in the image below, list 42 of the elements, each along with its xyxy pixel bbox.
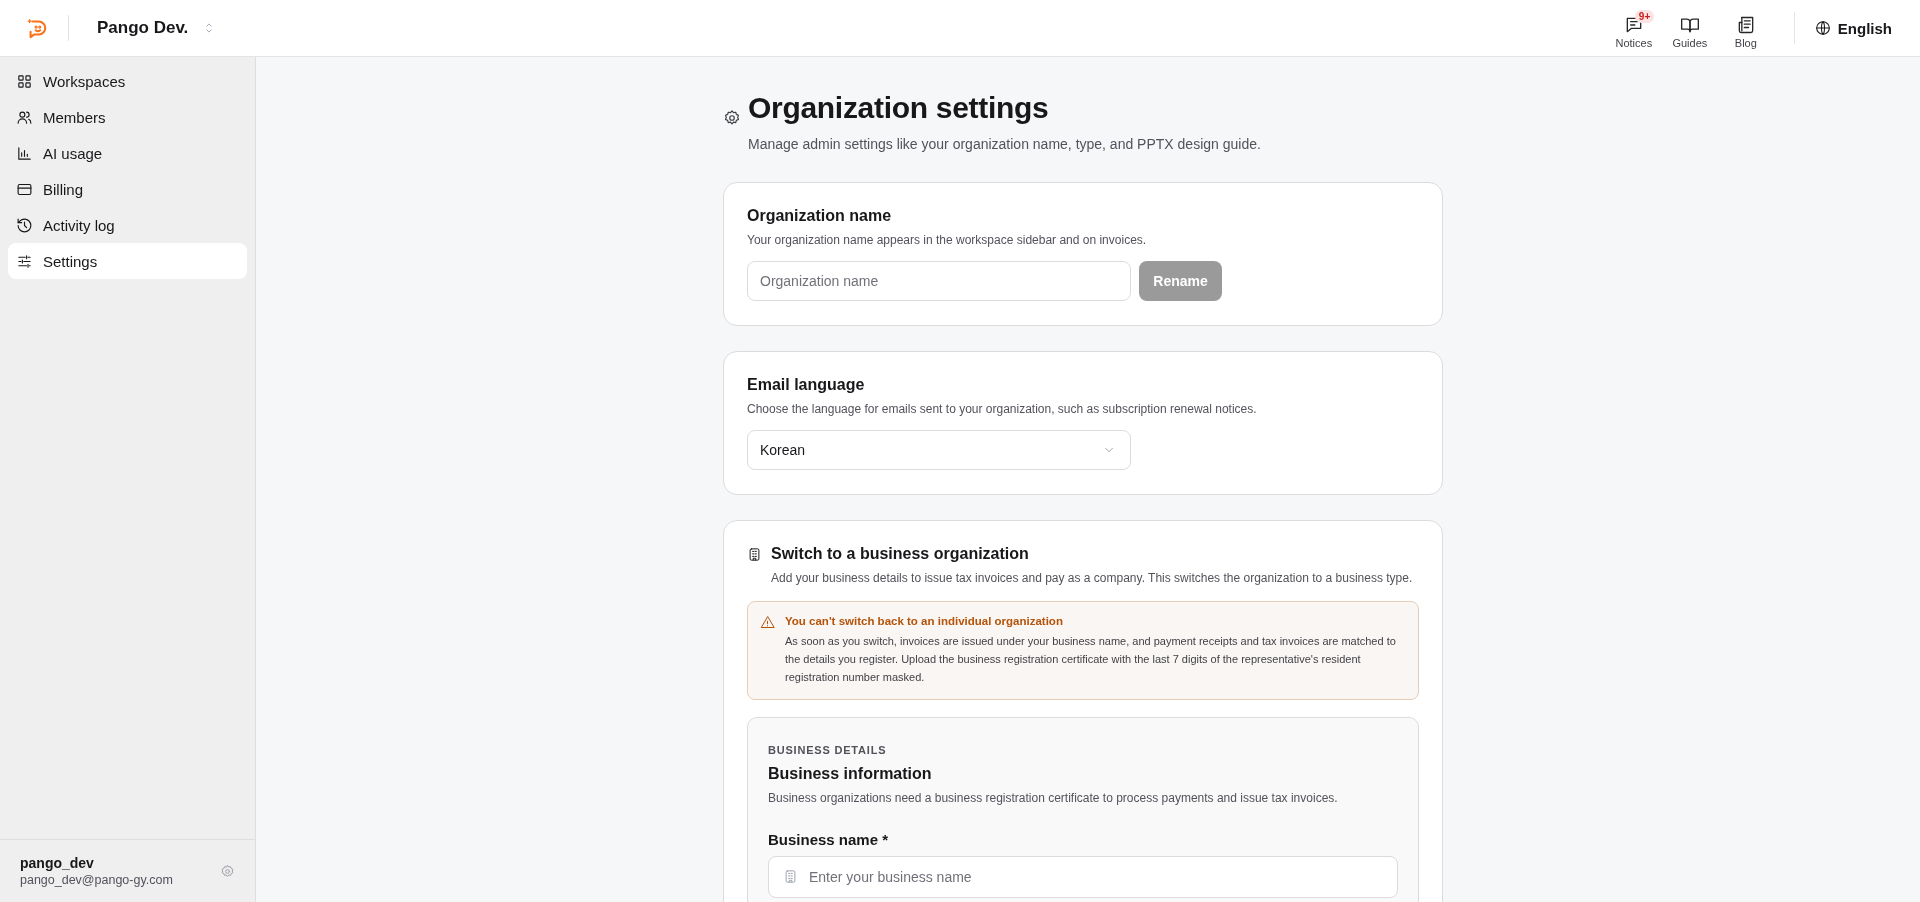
user-name: pango_dev (20, 855, 95, 871)
section-description: Business organizations need a business registration certificate to process payments and issue tax invoices. (768, 791, 1339, 805)
building-icon (783, 869, 798, 884)
grid-icon (16, 72, 33, 90)
history-icon (16, 216, 33, 234)
building-icon (747, 546, 762, 562)
card-title: Email language (747, 376, 866, 394)
sidebar-item[interactable]: Workspaces (8, 63, 247, 99)
nav-link[interactable]: 9+ Notices (1605, 7, 1662, 49)
settings-icon (723, 109, 741, 127)
globe-icon (1814, 20, 1831, 36)
card-description: Add your business details to issue tax invoices and pay as a company. This switches the organization to a business type. (771, 571, 1414, 585)
page-title: Organization settings (748, 90, 1050, 126)
language-select[interactable]: Korean (747, 430, 1131, 470)
nav-link[interactable]: Guides (1661, 7, 1718, 49)
card-title: Organization name (747, 207, 893, 225)
sliders-icon (16, 252, 33, 270)
warning-icon (760, 615, 775, 630)
nav-link[interactable]: Blog (1717, 7, 1774, 49)
language-button[interactable]: English (1814, 19, 1892, 37)
sidebar-item[interactable]: AI usage (8, 135, 247, 171)
business-name-field[interactable]: Enter your business name (768, 856, 1398, 898)
sidebar-item[interactable]: Members (8, 99, 247, 135)
warning-title: You can't switch back to an individual organization (785, 615, 1064, 627)
notification-badge: 9+ (1634, 9, 1655, 23)
settings-button[interactable] (220, 863, 235, 879)
page-subtitle: Manage admin settings like your organization name, type, and PPTX design guide. (748, 136, 1261, 152)
input-field[interactable]: Organization name (747, 261, 1131, 301)
section-label: BUSINESS DETAILS (768, 744, 888, 756)
user-email: pango_dev@pango-gy.com (20, 873, 173, 887)
field-label: Business name * (768, 831, 890, 848)
card-title: Switch to a business organization (771, 545, 1029, 563)
sidebar-item[interactable]: Settings (8, 243, 247, 279)
sidebar-item[interactable]: Activity log (8, 207, 247, 243)
warning-text: As soon as you switch, invoices are issued under your business name, and payment receipts and tax invoices are matched to the details you register. Upload the business registration certificate with the last 7 digits of the representative's resident registration number masked. (785, 634, 1397, 685)
logo-icon (26, 17, 48, 39)
section-title: Business information (768, 765, 933, 783)
bar-chart-icon (16, 144, 33, 162)
card-description: Choose the language for emails sent to your organization, such as subscription renewal notices. (747, 402, 1258, 416)
sidebar-item[interactable]: Billing (8, 171, 247, 207)
card-description: Your organization name appears in the workspace sidebar and on invoices. (747, 233, 1148, 247)
organization-switcher[interactable]: Pango Dev. (97, 18, 217, 38)
